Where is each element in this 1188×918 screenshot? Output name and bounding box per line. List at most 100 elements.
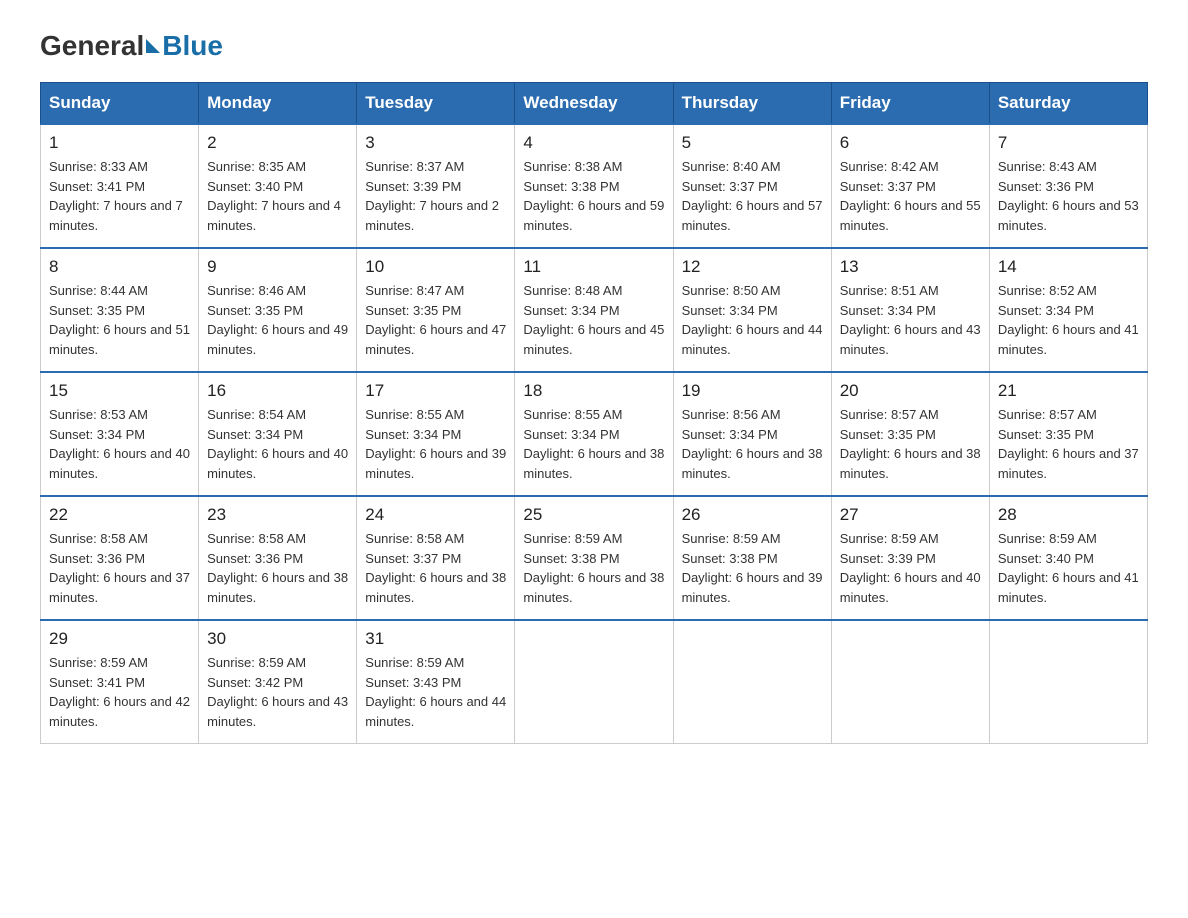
day-cell — [831, 620, 989, 744]
day-info: Sunrise: 8:38 AMSunset: 3:38 PMDaylight:… — [523, 159, 664, 233]
day-number: 4 — [523, 133, 664, 153]
day-number: 28 — [998, 505, 1139, 525]
day-number: 12 — [682, 257, 823, 277]
day-cell: 31 Sunrise: 8:59 AMSunset: 3:43 PMDaylig… — [357, 620, 515, 744]
day-cell: 13 Sunrise: 8:51 AMSunset: 3:34 PMDaylig… — [831, 248, 989, 372]
day-cell: 25 Sunrise: 8:59 AMSunset: 3:38 PMDaylig… — [515, 496, 673, 620]
day-cell — [515, 620, 673, 744]
day-cell: 8 Sunrise: 8:44 AMSunset: 3:35 PMDayligh… — [41, 248, 199, 372]
day-number: 23 — [207, 505, 348, 525]
day-number: 17 — [365, 381, 506, 401]
day-cell — [673, 620, 831, 744]
day-cell: 12 Sunrise: 8:50 AMSunset: 3:34 PMDaylig… — [673, 248, 831, 372]
day-info: Sunrise: 8:58 AMSunset: 3:37 PMDaylight:… — [365, 531, 506, 605]
day-cell: 17 Sunrise: 8:55 AMSunset: 3:34 PMDaylig… — [357, 372, 515, 496]
calendar-table: SundayMondayTuesdayWednesdayThursdayFrid… — [40, 82, 1148, 744]
day-info: Sunrise: 8:53 AMSunset: 3:34 PMDaylight:… — [49, 407, 190, 481]
day-header-tuesday: Tuesday — [357, 83, 515, 125]
day-number: 3 — [365, 133, 506, 153]
day-info: Sunrise: 8:59 AMSunset: 3:39 PMDaylight:… — [840, 531, 981, 605]
day-cell — [989, 620, 1147, 744]
day-cell: 30 Sunrise: 8:59 AMSunset: 3:42 PMDaylig… — [199, 620, 357, 744]
day-info: Sunrise: 8:54 AMSunset: 3:34 PMDaylight:… — [207, 407, 348, 481]
week-row-1: 1 Sunrise: 8:33 AMSunset: 3:41 PMDayligh… — [41, 124, 1148, 248]
day-number: 26 — [682, 505, 823, 525]
day-info: Sunrise: 8:59 AMSunset: 3:41 PMDaylight:… — [49, 655, 190, 729]
day-number: 16 — [207, 381, 348, 401]
day-info: Sunrise: 8:55 AMSunset: 3:34 PMDaylight:… — [365, 407, 506, 481]
day-cell: 3 Sunrise: 8:37 AMSunset: 3:39 PMDayligh… — [357, 124, 515, 248]
day-number: 9 — [207, 257, 348, 277]
logo-arrow-icon — [146, 39, 160, 53]
page-header: General Blue — [40, 30, 1148, 62]
day-number: 19 — [682, 381, 823, 401]
day-info: Sunrise: 8:47 AMSunset: 3:35 PMDaylight:… — [365, 283, 506, 357]
day-number: 20 — [840, 381, 981, 401]
day-info: Sunrise: 8:59 AMSunset: 3:38 PMDaylight:… — [682, 531, 823, 605]
day-info: Sunrise: 8:40 AMSunset: 3:37 PMDaylight:… — [682, 159, 823, 233]
day-header-sunday: Sunday — [41, 83, 199, 125]
day-info: Sunrise: 8:37 AMSunset: 3:39 PMDaylight:… — [365, 159, 499, 233]
day-cell: 22 Sunrise: 8:58 AMSunset: 3:36 PMDaylig… — [41, 496, 199, 620]
day-cell: 16 Sunrise: 8:54 AMSunset: 3:34 PMDaylig… — [199, 372, 357, 496]
day-cell: 4 Sunrise: 8:38 AMSunset: 3:38 PMDayligh… — [515, 124, 673, 248]
week-row-2: 8 Sunrise: 8:44 AMSunset: 3:35 PMDayligh… — [41, 248, 1148, 372]
day-header-saturday: Saturday — [989, 83, 1147, 125]
week-row-5: 29 Sunrise: 8:59 AMSunset: 3:41 PMDaylig… — [41, 620, 1148, 744]
day-number: 31 — [365, 629, 506, 649]
day-cell: 14 Sunrise: 8:52 AMSunset: 3:34 PMDaylig… — [989, 248, 1147, 372]
day-info: Sunrise: 8:59 AMSunset: 3:43 PMDaylight:… — [365, 655, 506, 729]
day-number: 5 — [682, 133, 823, 153]
day-number: 14 — [998, 257, 1139, 277]
day-info: Sunrise: 8:57 AMSunset: 3:35 PMDaylight:… — [998, 407, 1139, 481]
day-number: 1 — [49, 133, 190, 153]
day-info: Sunrise: 8:44 AMSunset: 3:35 PMDaylight:… — [49, 283, 190, 357]
day-header-friday: Friday — [831, 83, 989, 125]
day-number: 29 — [49, 629, 190, 649]
day-info: Sunrise: 8:55 AMSunset: 3:34 PMDaylight:… — [523, 407, 664, 481]
day-cell: 9 Sunrise: 8:46 AMSunset: 3:35 PMDayligh… — [199, 248, 357, 372]
day-cell: 7 Sunrise: 8:43 AMSunset: 3:36 PMDayligh… — [989, 124, 1147, 248]
day-number: 2 — [207, 133, 348, 153]
day-info: Sunrise: 8:59 AMSunset: 3:42 PMDaylight:… — [207, 655, 348, 729]
day-info: Sunrise: 8:35 AMSunset: 3:40 PMDaylight:… — [207, 159, 341, 233]
day-info: Sunrise: 8:59 AMSunset: 3:40 PMDaylight:… — [998, 531, 1139, 605]
day-cell: 28 Sunrise: 8:59 AMSunset: 3:40 PMDaylig… — [989, 496, 1147, 620]
days-header-row: SundayMondayTuesdayWednesdayThursdayFrid… — [41, 83, 1148, 125]
day-info: Sunrise: 8:52 AMSunset: 3:34 PMDaylight:… — [998, 283, 1139, 357]
day-cell: 24 Sunrise: 8:58 AMSunset: 3:37 PMDaylig… — [357, 496, 515, 620]
day-cell: 27 Sunrise: 8:59 AMSunset: 3:39 PMDaylig… — [831, 496, 989, 620]
logo-general-text: General — [40, 30, 144, 62]
day-info: Sunrise: 8:43 AMSunset: 3:36 PMDaylight:… — [998, 159, 1139, 233]
day-header-wednesday: Wednesday — [515, 83, 673, 125]
day-cell: 23 Sunrise: 8:58 AMSunset: 3:36 PMDaylig… — [199, 496, 357, 620]
day-header-thursday: Thursday — [673, 83, 831, 125]
day-number: 15 — [49, 381, 190, 401]
day-info: Sunrise: 8:58 AMSunset: 3:36 PMDaylight:… — [49, 531, 190, 605]
day-number: 13 — [840, 257, 981, 277]
day-cell: 19 Sunrise: 8:56 AMSunset: 3:34 PMDaylig… — [673, 372, 831, 496]
logo: General Blue — [40, 30, 223, 62]
day-info: Sunrise: 8:57 AMSunset: 3:35 PMDaylight:… — [840, 407, 981, 481]
day-cell: 21 Sunrise: 8:57 AMSunset: 3:35 PMDaylig… — [989, 372, 1147, 496]
day-number: 11 — [523, 257, 664, 277]
day-cell: 29 Sunrise: 8:59 AMSunset: 3:41 PMDaylig… — [41, 620, 199, 744]
day-info: Sunrise: 8:50 AMSunset: 3:34 PMDaylight:… — [682, 283, 823, 357]
day-cell: 18 Sunrise: 8:55 AMSunset: 3:34 PMDaylig… — [515, 372, 673, 496]
day-info: Sunrise: 8:42 AMSunset: 3:37 PMDaylight:… — [840, 159, 981, 233]
day-number: 6 — [840, 133, 981, 153]
day-number: 18 — [523, 381, 664, 401]
day-info: Sunrise: 8:48 AMSunset: 3:34 PMDaylight:… — [523, 283, 664, 357]
day-cell: 26 Sunrise: 8:59 AMSunset: 3:38 PMDaylig… — [673, 496, 831, 620]
day-number: 8 — [49, 257, 190, 277]
day-info: Sunrise: 8:33 AMSunset: 3:41 PMDaylight:… — [49, 159, 183, 233]
day-cell: 20 Sunrise: 8:57 AMSunset: 3:35 PMDaylig… — [831, 372, 989, 496]
day-number: 22 — [49, 505, 190, 525]
day-cell: 6 Sunrise: 8:42 AMSunset: 3:37 PMDayligh… — [831, 124, 989, 248]
day-cell: 15 Sunrise: 8:53 AMSunset: 3:34 PMDaylig… — [41, 372, 199, 496]
day-number: 10 — [365, 257, 506, 277]
day-cell: 11 Sunrise: 8:48 AMSunset: 3:34 PMDaylig… — [515, 248, 673, 372]
day-cell: 5 Sunrise: 8:40 AMSunset: 3:37 PMDayligh… — [673, 124, 831, 248]
day-info: Sunrise: 8:51 AMSunset: 3:34 PMDaylight:… — [840, 283, 981, 357]
day-number: 7 — [998, 133, 1139, 153]
